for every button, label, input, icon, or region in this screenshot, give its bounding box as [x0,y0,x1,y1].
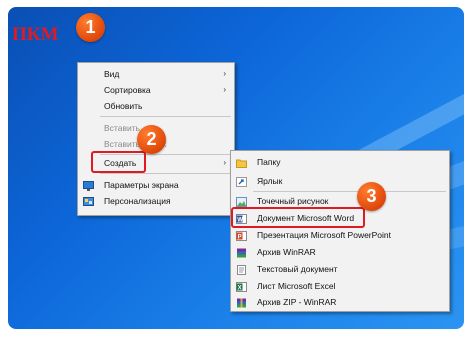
submenu-item-shortcut[interactable]: Ярлык [231,173,449,189]
display-icon [83,180,94,191]
right-click-label: ПКМ [12,24,59,45]
svg-text:P: P [238,234,242,240]
menu-item-view[interactable]: Вид › [78,66,234,82]
menu-item-sort[interactable]: Сортировка › [78,82,234,98]
step-badge-1: 1 [76,13,105,42]
menu-separator [100,116,231,117]
step-badge-2: 2 [137,125,166,154]
menu-item-display-settings[interactable]: Параметры экрана [78,177,234,193]
menu-item-label: Лист Microsoft Excel [257,281,336,291]
submenu-item-zip[interactable]: Архив ZIP - WinRAR [231,294,449,310]
chevron-right-icon: › [223,69,226,78]
menu-item-label: Презентация Microsoft PowerPoint [257,230,392,240]
chevron-right-icon: › [223,158,226,167]
powerpoint-icon: P [236,230,247,241]
submenu-item-winrar[interactable]: Архив WinRAR [231,244,449,260]
menu-item-label: Персонализация [104,196,171,206]
menu-item-refresh[interactable]: Обновить [78,98,234,114]
bitmap-icon [236,196,247,207]
folder-icon [236,157,247,168]
step-badge-3: 3 [357,182,386,211]
submenu-item-text-document[interactable]: Текстовый документ [231,261,449,277]
create-submenu: Папку Ярлык Точечный рисунок W Документ … [230,150,450,312]
menu-item-label: Архив WinRAR [257,247,316,257]
menu-separator [253,191,446,192]
personalize-icon [83,196,94,206]
menu-item-label: Папку [257,157,281,167]
svg-text:X: X [238,285,242,291]
submenu-item-excel[interactable]: X Лист Microsoft Excel [231,278,449,294]
menu-item-label: Обновить [104,101,143,111]
shortcut-icon [236,176,247,187]
zip-icon [236,297,247,308]
menu-item-personalize[interactable]: Персонализация [78,193,234,209]
menu-item-label: Вид [104,69,120,79]
create-highlight [91,151,146,173]
menu-item-label: Параметры экрана [104,180,179,190]
text-document-icon [236,264,247,275]
word-document-highlight [231,207,365,228]
menu-item-label: Текстовый документ [257,264,338,274]
excel-icon: X [236,281,247,292]
chevron-right-icon: › [223,85,226,94]
menu-item-label: Архив ZIP - WinRAR [257,297,337,307]
menu-item-label: Вставить [104,123,141,133]
menu-item-label: Сортировка [104,85,151,95]
menu-separator [100,173,231,174]
winrar-icon [236,247,247,258]
submenu-item-folder[interactable]: Папку [231,154,449,170]
submenu-item-powerpoint[interactable]: P Презентация Microsoft PowerPoint [231,227,449,243]
menu-item-label: Ярлык [257,176,283,186]
